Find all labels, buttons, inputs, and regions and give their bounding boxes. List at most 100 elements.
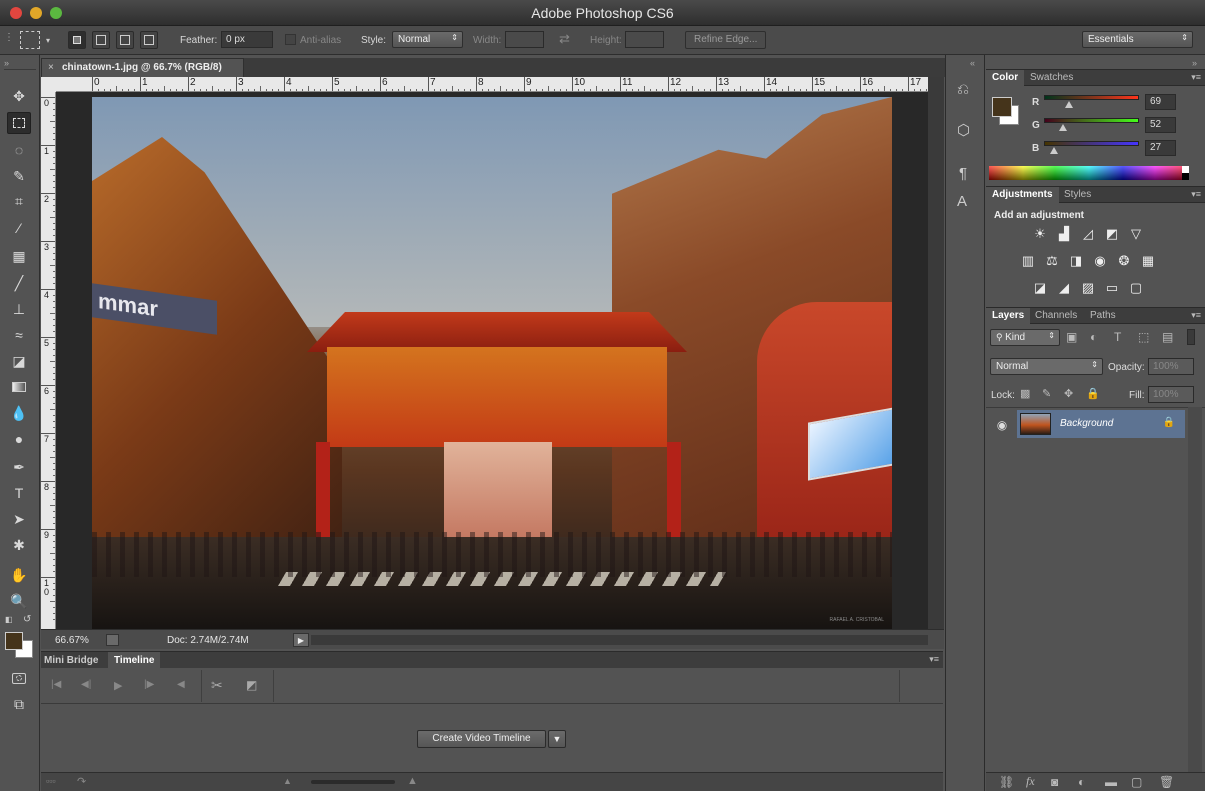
tab-timeline[interactable]: Timeline — [108, 652, 161, 669]
color-balance-icon[interactable]: ⚖ — [1043, 252, 1061, 270]
lasso-tool-icon[interactable]: ◌ — [7, 139, 31, 161]
workspace-select[interactable]: Essentials ⇕ — [1082, 31, 1193, 48]
gradient-map-icon[interactable]: ▭ — [1103, 279, 1121, 297]
channel-b-thumb[interactable] — [1050, 147, 1058, 154]
subtract-from-selection-button[interactable] — [116, 31, 134, 49]
threshold-icon[interactable]: ▨ — [1079, 279, 1097, 297]
tab-paths[interactable]: Paths — [1084, 308, 1122, 324]
eraser-tool-icon[interactable]: ◪ — [7, 350, 31, 372]
history-panel-icon[interactable]: ⎌ — [957, 81, 969, 98]
create-video-timeline-button[interactable]: Create Video Timeline — [417, 730, 546, 748]
convert-icon[interactable]: ↷ — [77, 775, 86, 788]
tab-styles[interactable]: Styles — [1058, 187, 1097, 203]
history-brush-tool-icon[interactable]: ≈ — [7, 324, 31, 346]
scissors-icon[interactable]: ✂ — [211, 677, 223, 694]
color-lookup-icon[interactable]: ▦ — [1139, 252, 1157, 270]
layer-style-fx-icon[interactable]: fx — [1026, 774, 1035, 789]
exposure-icon[interactable]: ◩ — [1103, 225, 1121, 243]
chevron-down-icon[interactable]: ▾ — [46, 36, 50, 45]
tab-mini-bridge[interactable]: Mini Bridge — [44, 655, 98, 666]
brightness-contrast-icon[interactable]: ☀ — [1031, 225, 1049, 243]
paragraph-panel-icon[interactable]: ¶ — [959, 165, 967, 182]
intersect-selection-button[interactable] — [140, 31, 158, 49]
channel-b-slider[interactable] — [1044, 141, 1139, 146]
anti-alias-checkbox[interactable] — [285, 34, 296, 45]
fill-input[interactable]: 100% — [1148, 386, 1194, 403]
path-selection-tool-icon[interactable]: ➤ — [7, 508, 31, 530]
lock-position-icon[interactable]: ✥ — [1064, 387, 1073, 400]
horizontal-scrollbar[interactable] — [311, 635, 928, 645]
layers-scrollbar[interactable] — [1188, 407, 1202, 772]
filter-smart-object-icon[interactable]: ▤ — [1162, 330, 1173, 344]
filter-type-icon[interactable]: T — [1114, 330, 1121, 344]
new-layer-icon[interactable]: ▢ — [1131, 775, 1142, 789]
swap-colors-icon[interactable]: ↺ — [23, 614, 31, 625]
tab-adjustments[interactable]: Adjustments — [986, 187, 1059, 203]
healing-brush-tool-icon[interactable]: ▦ — [7, 245, 31, 267]
swap-dimensions-icon[interactable]: ⇄ — [559, 31, 570, 47]
channel-g-slider[interactable] — [1044, 118, 1139, 123]
invert-icon[interactable]: ◪ — [1031, 279, 1049, 297]
next-frame-icon[interactable]: |▶ — [144, 679, 154, 690]
channel-r-input[interactable]: 69 — [1145, 94, 1176, 110]
vibrance-icon[interactable]: ▽ — [1127, 225, 1145, 243]
horizontal-ruler[interactable]: 0 1 2 3 4 5 6 7 8 9 10 11 12 13 14 15 16 17 — [56, 77, 928, 92]
panel-menu-icon[interactable]: ▾≡ — [1191, 189, 1201, 200]
photo-filter-icon[interactable]: ◉ — [1091, 252, 1109, 270]
previous-frame-icon[interactable]: ◀| — [81, 679, 91, 690]
crop-tool-icon[interactable]: ⌗ — [7, 190, 31, 212]
new-adjustment-layer-icon[interactable]: ◐ — [1078, 775, 1085, 789]
curves-icon[interactable]: ◿ — [1079, 225, 1097, 243]
filter-shape-icon[interactable]: ⬚ — [1138, 330, 1149, 344]
screen-mode-icon[interactable]: ⧉ — [7, 693, 31, 715]
feather-input[interactable]: 0 px — [221, 31, 273, 48]
refine-edge-button[interactable]: Refine Edge... — [685, 31, 767, 49]
canvas-area[interactable]: mmar RAFAEL A. CRISTOBAL — [56, 92, 928, 631]
add-to-selection-button[interactable] — [92, 31, 110, 49]
filter-adjustment-icon[interactable]: ◐ — [1090, 330, 1097, 344]
layer-row-background[interactable]: Background 🔒 — [1017, 410, 1185, 438]
opacity-input[interactable]: 100% — [1148, 358, 1194, 375]
tab-channels[interactable]: Channels — [1029, 308, 1083, 324]
type-tool-icon[interactable]: T — [7, 482, 31, 504]
gradient-tool-icon[interactable] — [7, 376, 31, 398]
tab-swatches[interactable]: Swatches — [1024, 70, 1079, 86]
brush-tool-icon[interactable]: ╱ — [7, 272, 31, 294]
tab-color[interactable]: Color — [986, 70, 1025, 86]
character-panel-icon[interactable]: A — [957, 193, 967, 210]
vertical-ruler[interactable]: 0 1 2 3 4 5 6 7 8 9 1 0 — [41, 92, 56, 629]
channel-b-input[interactable]: 27 — [1145, 140, 1176, 156]
rect-marquee-preset-icon[interactable] — [20, 31, 40, 49]
color-spectrum-ramp[interactable] — [989, 166, 1189, 180]
delete-layer-icon[interactable]: 🗑 — [1159, 775, 1174, 789]
channel-mixer-icon[interactable]: ❂ — [1115, 252, 1133, 270]
collapse-panels-icon[interactable]: » — [1192, 58, 1197, 68]
channel-r-thumb[interactable] — [1065, 101, 1073, 108]
panel-menu-icon[interactable]: ▾≡ — [1191, 310, 1201, 321]
hand-tool-icon[interactable]: ✋ — [7, 564, 31, 586]
3d-panel-icon[interactable]: ⬡ — [957, 121, 970, 139]
black-white-icon[interactable]: ◨ — [1067, 252, 1085, 270]
foreground-color-swatch[interactable] — [5, 632, 23, 650]
play-icon[interactable]: ▶ — [114, 679, 122, 692]
quick-mask-icon[interactable] — [7, 667, 31, 689]
add-mask-icon[interactable]: ◙ — [1051, 775, 1058, 789]
tab-layers[interactable]: Layers — [986, 308, 1031, 324]
quick-selection-tool-icon[interactable]: ✎ — [7, 165, 31, 187]
mute-audio-icon[interactable]: ◀ — [177, 679, 185, 690]
move-tool-icon[interactable]: ✥ — [7, 85, 31, 107]
eyedropper-tool-icon[interactable]: ⁄ — [7, 217, 31, 239]
height-input[interactable] — [625, 31, 664, 48]
levels-icon[interactable]: ▟ — [1055, 225, 1073, 243]
color-panel-foreground-swatch[interactable] — [992, 97, 1012, 117]
expand-panel-icon[interactable]: » — [4, 58, 9, 68]
expand-dock-icon[interactable]: « — [970, 58, 975, 68]
status-menu-arrow-icon[interactable]: ▶ — [293, 633, 309, 647]
dodge-tool-icon[interactable]: ● — [7, 428, 31, 450]
selective-color-icon[interactable]: ▢ — [1127, 279, 1145, 297]
channel-g-input[interactable]: 52 — [1145, 117, 1176, 133]
document-image[interactable]: mmar RAFAEL A. CRISTOBAL — [92, 97, 892, 631]
status-export-icon[interactable] — [106, 634, 119, 646]
lock-all-icon[interactable]: 🔒 — [1086, 387, 1100, 400]
posterize-icon[interactable]: ◢ — [1055, 279, 1073, 297]
